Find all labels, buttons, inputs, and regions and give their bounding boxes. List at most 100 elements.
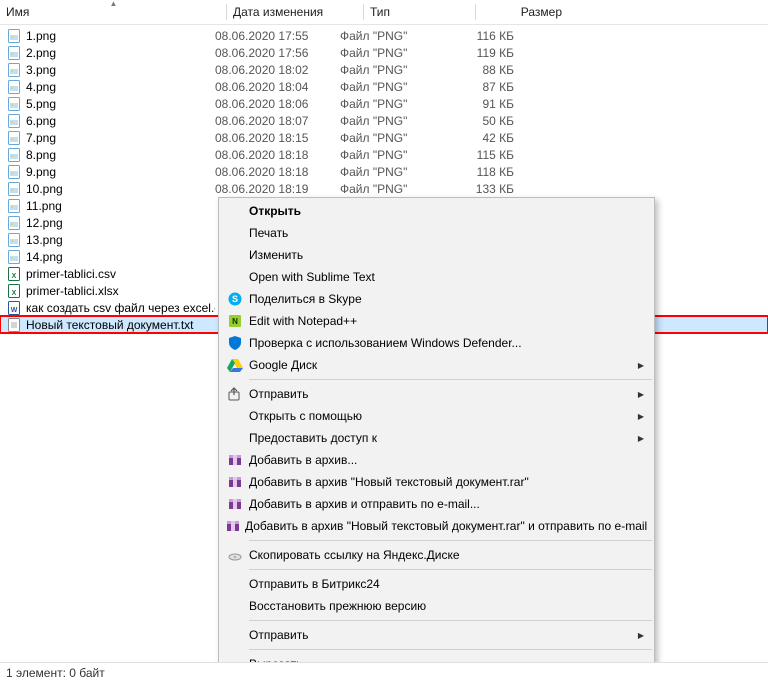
file-date-cell: 08.06.2020 18:07 <box>215 114 340 128</box>
file-row[interactable]: 6.png08.06.2020 18:07Файл "PNG"50 КБ <box>0 112 768 129</box>
status-text: 1 элемент: 0 байт <box>6 666 105 680</box>
menu-item-label: Открыть <box>249 204 301 218</box>
docx-file-icon: W <box>6 300 22 316</box>
menu-item[interactable]: Отправить в Битрикс24 <box>219 573 654 595</box>
file-name-cell: 7.png <box>6 130 215 146</box>
file-row[interactable]: 9.png08.06.2020 18:18Файл "PNG"118 КБ <box>0 163 768 180</box>
txt-file-icon <box>6 317 22 333</box>
menu-item-label: Скопировать ссылку на Яндекс.Диске <box>249 548 460 562</box>
sort-ascending-icon: ▲ <box>110 0 118 8</box>
file-size-cell: 91 КБ <box>440 97 514 111</box>
file-date-cell: 08.06.2020 18:04 <box>215 80 340 94</box>
file-row[interactable]: 8.png08.06.2020 18:18Файл "PNG"115 КБ <box>0 146 768 163</box>
menu-item[interactable]: Отправить <box>219 624 654 646</box>
column-header-name-label: Имя <box>6 5 29 19</box>
menu-item[interactable]: Изменить <box>219 244 654 266</box>
column-header-size[interactable]: Размер <box>476 0 568 24</box>
menu-item[interactable]: Открыть <box>219 200 654 222</box>
file-name-cell: 4.png <box>6 79 215 95</box>
menu-item-label: Печать <box>249 226 288 240</box>
winrar-icon <box>225 452 245 468</box>
csv-file-icon: X <box>6 266 22 282</box>
menu-item[interactable]: Отправить <box>219 383 654 405</box>
column-header-type[interactable]: Тип <box>364 0 476 24</box>
img-file-icon <box>6 28 22 44</box>
file-name-cell: 11.png <box>6 198 215 214</box>
menu-separator <box>249 540 652 541</box>
file-type-cell: Файл "PNG" <box>340 63 440 77</box>
menu-item-label: Поделиться в Skype <box>249 292 362 306</box>
file-name-cell: Xprimer-tablici.csv <box>6 266 215 282</box>
menu-item[interactable]: Добавить в архив и отправить по e-mail..… <box>219 493 654 515</box>
img-file-icon <box>6 113 22 129</box>
file-row[interactable]: 1.png08.06.2020 17:55Файл "PNG"116 КБ <box>0 27 768 44</box>
blank-icon <box>225 598 245 614</box>
menu-item[interactable]: Печать <box>219 222 654 244</box>
file-type-cell: Файл "PNG" <box>340 46 440 60</box>
file-name-cell: 3.png <box>6 62 215 78</box>
column-header-date[interactable]: Дата изменения <box>227 0 364 24</box>
menu-item[interactable]: Open with Sublime Text <box>219 266 654 288</box>
img-file-icon <box>6 215 22 231</box>
file-date-cell: 08.06.2020 18:02 <box>215 63 340 77</box>
file-type-cell: Файл "PNG" <box>340 97 440 111</box>
file-name-label: Новый текстовый документ.txt <box>26 318 194 332</box>
menu-item[interactable]: Добавить в архив "Новый текстовый докуме… <box>219 471 654 493</box>
file-size-cell: 88 КБ <box>440 63 514 77</box>
svg-text:X: X <box>12 273 17 280</box>
file-name-label: primer-tablici.xlsx <box>26 284 119 298</box>
file-date-cell: 08.06.2020 18:19 <box>215 182 340 196</box>
menu-item[interactable]: Добавить в архив... <box>219 449 654 471</box>
menu-item-label: Добавить в архив "Новый текстовый докуме… <box>245 519 647 533</box>
file-row[interactable]: 7.png08.06.2020 18:15Файл "PNG"42 КБ <box>0 129 768 146</box>
file-date-cell: 08.06.2020 18:15 <box>215 131 340 145</box>
menu-item[interactable]: Скопировать ссылку на Яндекс.Диске <box>219 544 654 566</box>
file-row[interactable]: 10.png08.06.2020 18:19Файл "PNG"133 КБ <box>0 180 768 197</box>
img-file-icon <box>6 45 22 61</box>
menu-separator <box>249 379 652 380</box>
menu-item[interactable]: SПоделиться в Skype <box>219 288 654 310</box>
file-type-cell: Файл "PNG" <box>340 131 440 145</box>
file-row[interactable]: 4.png08.06.2020 18:04Файл "PNG"87 КБ <box>0 78 768 95</box>
file-name-cell: Xprimer-tablici.xlsx <box>6 283 215 299</box>
xlsx-file-icon: X <box>6 283 22 299</box>
file-row[interactable]: 2.png08.06.2020 17:56Файл "PNG"119 КБ <box>0 44 768 61</box>
file-name-cell: 10.png <box>6 181 215 197</box>
img-file-icon <box>6 181 22 197</box>
svg-text:X: X <box>12 290 17 297</box>
menu-item[interactable]: Открыть с помощью <box>219 405 654 427</box>
winrar-icon <box>225 496 245 512</box>
menu-item[interactable]: NEdit with Notepad++ <box>219 310 654 332</box>
menu-item[interactable]: Предоставить доступ к <box>219 427 654 449</box>
img-file-icon <box>6 232 22 248</box>
menu-item[interactable]: Добавить в архив "Новый текстовый докуме… <box>219 515 654 537</box>
file-name-cell: 2.png <box>6 45 215 61</box>
file-name-label: 12.png <box>26 216 63 230</box>
file-row[interactable]: 3.png08.06.2020 18:02Файл "PNG"88 КБ <box>0 61 768 78</box>
file-name-label: 1.png <box>26 29 56 43</box>
menu-item[interactable]: Восстановить прежнюю версию <box>219 595 654 617</box>
notepadpp-icon: N <box>225 313 245 329</box>
file-name-label: 2.png <box>26 46 56 60</box>
blank-icon <box>225 247 245 263</box>
menu-item-label: Open with Sublime Text <box>249 270 375 284</box>
file-row[interactable]: 5.png08.06.2020 18:06Файл "PNG"91 КБ <box>0 95 768 112</box>
file-name-cell: 8.png <box>6 147 215 163</box>
gdrive-icon <box>225 357 245 373</box>
file-name-label: 10.png <box>26 182 63 196</box>
file-name-cell: Wкак создать csv файл через excel.docx <box>6 300 215 316</box>
winrar-icon <box>225 518 241 534</box>
menu-item[interactable]: Google Диск <box>219 354 654 376</box>
file-type-cell: Файл "PNG" <box>340 148 440 162</box>
file-name-label: primer-tablici.csv <box>26 267 116 281</box>
file-date-cell: 08.06.2020 18:18 <box>215 148 340 162</box>
context-menu: Открыть Печать Изменить Open with Sublime T… <box>218 197 655 683</box>
file-name-label: как создать csv файл через excel.docx <box>26 301 215 315</box>
menu-item-label: Открыть с помощью <box>249 409 362 423</box>
menu-item[interactable]: Проверка с использованием Windows Defend… <box>219 332 654 354</box>
file-name-cell: 14.png <box>6 249 215 265</box>
defender-icon <box>225 335 245 351</box>
img-file-icon <box>6 130 22 146</box>
img-file-icon <box>6 79 22 95</box>
column-header-name[interactable]: ▲ Имя <box>0 0 227 24</box>
